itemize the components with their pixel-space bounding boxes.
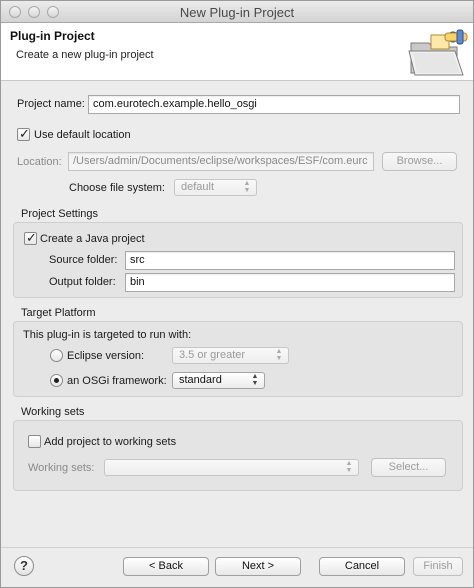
updown-arrows-icon: ▲ ▼ bbox=[243, 180, 251, 194]
output-folder-input[interactable]: bin bbox=[125, 273, 455, 292]
eclipse-version-label: Eclipse version: bbox=[67, 350, 145, 362]
location-input[interactable]: /Users/admin/Documents/eclipse/workspace… bbox=[68, 152, 374, 171]
target-platform-intro: This plug-in is targeted to run with: bbox=[23, 329, 192, 341]
footer-separator bbox=[1, 547, 473, 548]
updown-arrows-icon: ▲ ▼ bbox=[275, 348, 283, 362]
browse-button[interactable]: Browse... bbox=[382, 152, 457, 171]
select-working-sets-button[interactable]: Select... bbox=[371, 458, 446, 477]
working-sets-title: Working sets bbox=[21, 406, 85, 418]
project-settings-title: Project Settings bbox=[21, 208, 99, 220]
osgi-framework-select[interactable]: standard ▲ ▼ bbox=[172, 372, 265, 389]
target-platform-title: Target Platform bbox=[21, 307, 96, 319]
working-sets-label: Working sets: bbox=[28, 462, 95, 474]
checkmark-icon: ✓ bbox=[19, 126, 30, 141]
file-system-label: Choose file system: bbox=[69, 182, 165, 194]
back-button[interactable]: < Back bbox=[123, 557, 209, 576]
project-name-input[interactable]: com.eurotech.example.hello_osgi bbox=[88, 95, 460, 114]
page-title: Plug-in Project bbox=[10, 29, 95, 43]
source-folder-input[interactable]: src bbox=[125, 251, 455, 270]
eclipse-version-radio[interactable] bbox=[50, 349, 63, 362]
window-title: New Plug-in Project bbox=[179, 5, 295, 20]
title-bar: New Plug-in Project bbox=[1, 1, 473, 23]
create-java-project-checkbox[interactable]: ✓ bbox=[24, 230, 37, 245]
working-sets-group bbox=[13, 420, 463, 491]
file-system-select[interactable]: default ▲ ▼ bbox=[174, 179, 257, 196]
finish-button[interactable]: Finish bbox=[413, 557, 463, 576]
radio-selected-dot bbox=[54, 378, 59, 383]
help-icon[interactable]: ? bbox=[14, 556, 34, 576]
use-default-location-checkbox[interactable]: ✓ bbox=[17, 126, 30, 141]
osgi-framework-label: an OSGi framework: bbox=[67, 375, 167, 387]
file-system-selected: default bbox=[181, 181, 215, 193]
updown-arrows-icon: ▲ ▼ bbox=[345, 460, 353, 474]
page-description: Create a new plug-in project bbox=[16, 49, 154, 61]
wizard-window: New Plug-in Project Plug-in Project Crea… bbox=[0, 0, 474, 588]
source-folder-label: Source folder: bbox=[49, 254, 118, 266]
create-java-project-label: Create a Java project bbox=[40, 233, 145, 245]
wizard-banner: Plug-in Project Create a new plug-in pro… bbox=[1, 23, 473, 81]
updown-arrows-icon: ▲ ▼ bbox=[251, 373, 259, 387]
working-sets-select[interactable]: ▲ ▼ bbox=[104, 459, 359, 476]
output-folder-label: Output folder: bbox=[49, 276, 116, 288]
osgi-framework-radio[interactable] bbox=[50, 374, 63, 387]
project-name-label: Project name: bbox=[17, 98, 85, 110]
folder-wizard-icon bbox=[408, 29, 468, 76]
add-to-working-sets-label: Add project to working sets bbox=[44, 436, 177, 448]
eclipse-version-selected: 3.5 or greater bbox=[179, 349, 246, 361]
next-button[interactable]: Next > bbox=[215, 557, 301, 576]
eclipse-version-select[interactable]: 3.5 or greater ▲ ▼ bbox=[172, 347, 289, 364]
use-default-location-label: Use default location bbox=[34, 129, 131, 141]
add-to-working-sets-checkbox[interactable] bbox=[28, 435, 41, 448]
location-label: Location: bbox=[17, 156, 62, 168]
checkmark-icon: ✓ bbox=[26, 230, 37, 245]
cancel-button[interactable]: Cancel bbox=[319, 557, 405, 576]
osgi-framework-selected: standard bbox=[179, 374, 222, 386]
